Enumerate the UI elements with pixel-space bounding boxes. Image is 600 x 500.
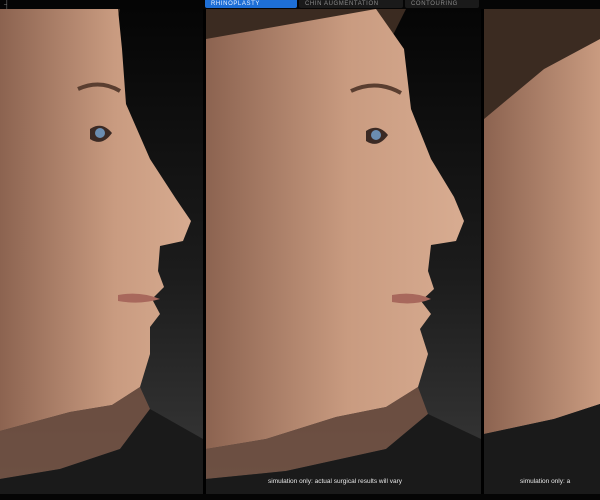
face-profile-simulated-image [206,9,481,494]
tab-chin-augmentation[interactable]: CHIN AUGMENTATION [299,0,403,8]
tab-rhinoplasty[interactable]: RHINOPLASTY [205,0,297,8]
simulation-disclaimer: simulation only: actual surgical results… [268,478,403,485]
simulation-panel: simulation only: actual surgical results… [206,9,481,494]
top-bar: ┤ RHINOPLASTY CHIN AUGMENTATION CONTOURI… [0,0,600,9]
procedure-tabs: RHINOPLASTY CHIN AUGMENTATION CONTOURING [205,0,479,8]
app-logo-icon: ┤ [4,0,10,9]
before-panel [0,9,203,494]
face-profile-before-image [0,9,203,494]
face-profile-partial-image [484,9,600,494]
bottom-strip [0,494,600,500]
simulation-disclaimer: simulation only: a [520,478,571,485]
simulation-panel-partial: simulation only: a [484,9,600,494]
tab-contouring[interactable]: CONTOURING [405,0,479,8]
